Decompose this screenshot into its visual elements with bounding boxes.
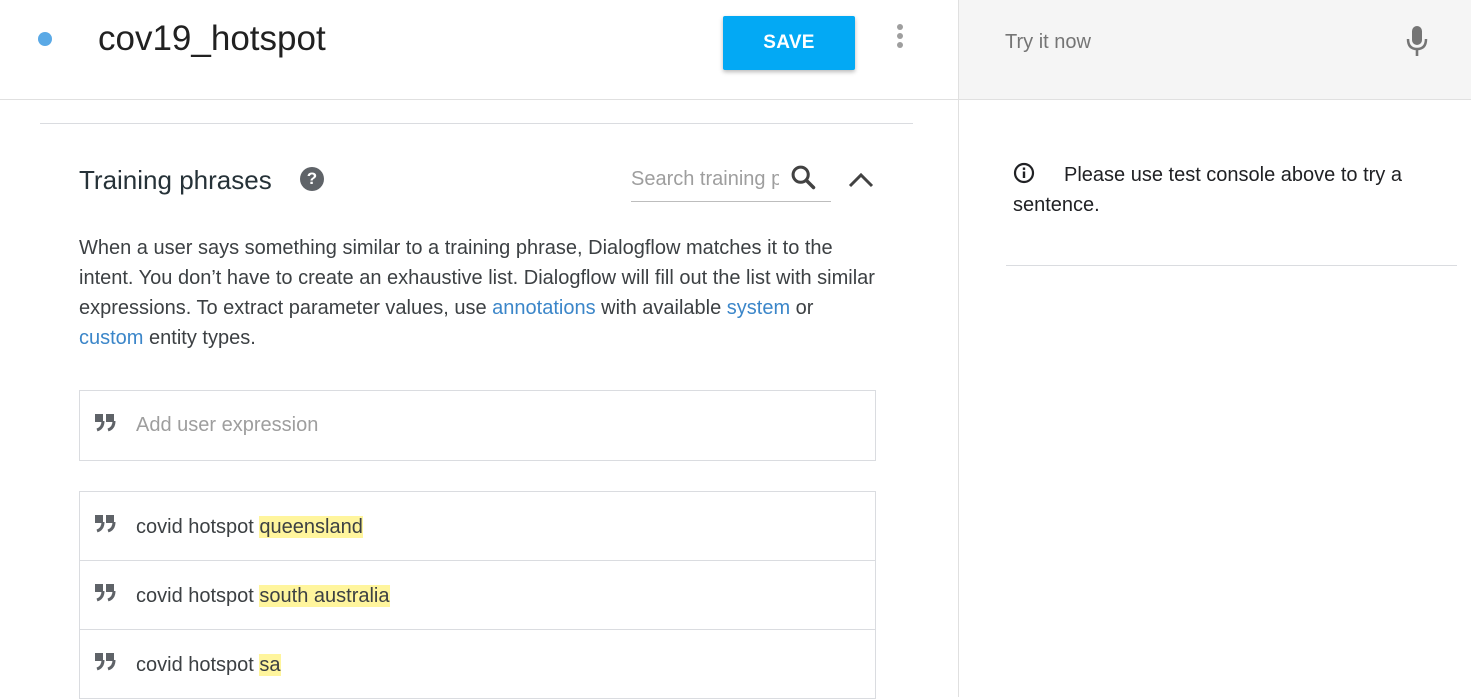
phrase-plain-text: covid hotspot: [136, 585, 260, 607]
test-console: Please use test console above to try a s…: [958, 0, 1471, 697]
save-button[interactable]: SAVE: [723, 16, 855, 70]
info-message: Please use test console above to try a s…: [1013, 164, 1402, 216]
entity-annotation[interactable]: south australia: [259, 585, 390, 607]
intent-header: cov19_hotspot SAVE: [0, 0, 958, 100]
description-text: or: [790, 297, 814, 319]
quote-icon: [95, 584, 116, 602]
training-phrase-list: covid hotspot queensland covid hotspot s…: [79, 491, 876, 699]
annotations-link[interactable]: annotations: [492, 297, 595, 319]
help-icon[interactable]: ?: [300, 167, 324, 191]
more-vert-icon[interactable]: [892, 24, 908, 54]
entity-annotation[interactable]: sa: [259, 654, 281, 676]
phrase-plain-text: covid hotspot: [136, 654, 260, 676]
search-icon[interactable]: [789, 163, 817, 191]
training-phrase-row[interactable]: covid hotspot queensland: [80, 492, 875, 561]
quote-icon: [95, 653, 116, 671]
try-it-bar: [959, 0, 1471, 100]
console-divider: [1006, 265, 1457, 266]
chevron-up-icon[interactable]: [846, 168, 876, 192]
quote-icon: [95, 515, 116, 533]
add-user-expression-input[interactable]: [136, 409, 836, 441]
training-description: When a user says something similar to a …: [79, 233, 879, 353]
system-entities-link[interactable]: system: [727, 297, 790, 319]
training-phrase-row[interactable]: covid hotspot south australia: [80, 561, 875, 630]
add-expression-box: [79, 390, 876, 461]
section-title: Training phrases: [79, 165, 272, 195]
description-text: entity types.: [143, 327, 256, 349]
training-phrase-text[interactable]: covid hotspot south australia: [136, 582, 390, 610]
phrase-plain-text: covid hotspot: [136, 516, 260, 538]
description-text: with available: [595, 297, 727, 319]
training-phrase-text[interactable]: covid hotspot queensland: [136, 513, 363, 541]
intent-status-dot: [38, 32, 52, 46]
training-search: [631, 160, 831, 202]
section-divider: [40, 123, 913, 124]
intent-name[interactable]: cov19_hotspot: [98, 18, 326, 60]
search-training-input[interactable]: [631, 163, 779, 195]
intent-editor: cov19_hotspot SAVE Training phrases ? Wh…: [0, 0, 958, 699]
quote-icon: [95, 414, 116, 432]
mic-icon[interactable]: [1404, 24, 1430, 58]
custom-entities-link[interactable]: custom: [79, 327, 143, 349]
training-phrase-row[interactable]: covid hotspot sa: [80, 630, 875, 699]
entity-annotation[interactable]: queensland: [259, 516, 363, 538]
try-it-now-input[interactable]: [1005, 25, 1355, 59]
training-phrase-text[interactable]: covid hotspot sa: [136, 651, 281, 679]
